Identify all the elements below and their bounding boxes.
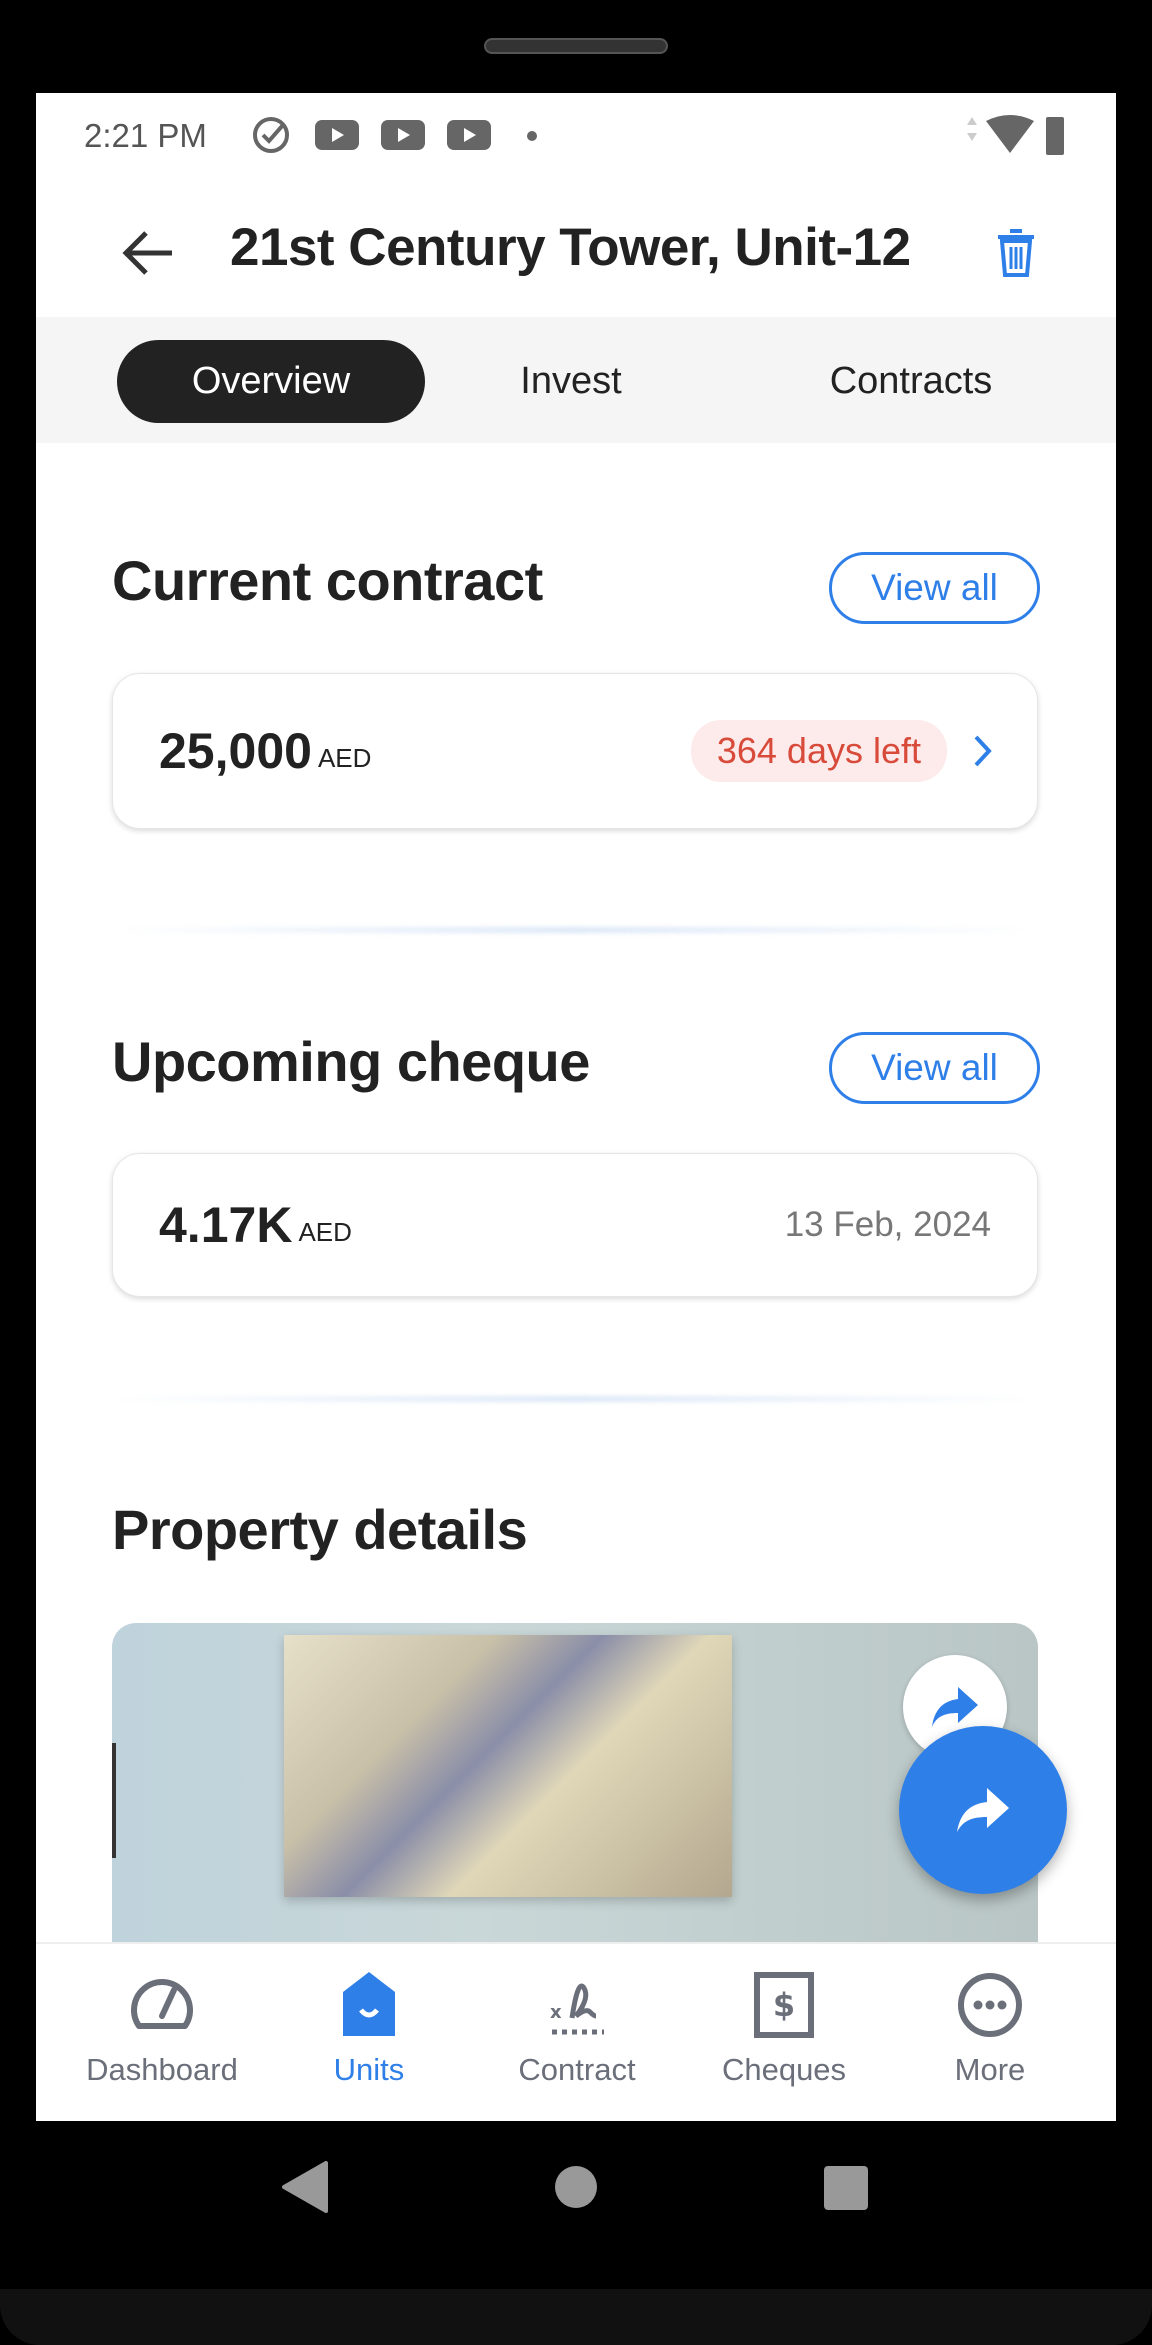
share-icon — [932, 1687, 978, 1727]
tab-contracts[interactable]: Contracts — [776, 340, 1046, 423]
share-fab[interactable] — [899, 1726, 1067, 1894]
speedometer-icon — [131, 1979, 193, 2029]
painting-image — [284, 1635, 732, 1897]
nav-label: Units — [333, 2052, 405, 2087]
nav-label: Cheques — [721, 2052, 847, 2087]
status-bar: 2:21 PM — [36, 93, 1116, 177]
cheque-currency: AED — [298, 1216, 352, 1247]
cheque-amount: 4.17K — [159, 1197, 293, 1253]
system-home-button[interactable] — [555, 2166, 597, 2208]
chevron-right-icon — [974, 735, 992, 767]
nav-label: More — [954, 2052, 1026, 2087]
system-recents-button[interactable] — [824, 2166, 868, 2210]
view-all-cheques-button[interactable]: View all — [829, 1032, 1040, 1104]
current-contract-card[interactable]: 25,000 AED 364 days left — [112, 673, 1038, 829]
youtube-icon — [315, 120, 359, 150]
app-screen: 2:21 PM 21st Century Tower, Unit-12 Over… — [36, 93, 1116, 2121]
system-nav-bar — [0, 2121, 1152, 2289]
youtube-icon — [447, 120, 491, 150]
header: 21st Century Tower, Unit-12 — [36, 177, 1116, 317]
current-contract-heading: Current contract — [112, 549, 543, 612]
tab-overview[interactable]: Overview — [117, 340, 425, 423]
more-icon — [958, 1973, 1022, 2037]
divider — [112, 1396, 1038, 1402]
delete-button[interactable] — [996, 227, 1036, 279]
status-time: 2:21 PM — [84, 117, 207, 154]
photo-edge — [112, 1743, 116, 1858]
youtube-icon — [381, 120, 425, 150]
wifi-battery-icon — [967, 115, 1064, 155]
property-details-heading: Property details — [112, 1498, 528, 1561]
nav-units[interactable]: Units — [261, 1944, 477, 2121]
tab-invest[interactable]: Invest — [476, 340, 666, 423]
svg-text:x: x — [550, 2002, 562, 2023]
page-title: 21st Century Tower, Unit-12 — [230, 218, 911, 277]
speaker-grille — [484, 38, 668, 54]
bottom-nav: Dashboard Units x Contract $ Cheques Mor… — [36, 1942, 1116, 2121]
upcoming-cheque-heading: Upcoming cheque — [112, 1030, 590, 1093]
contract-currency: AED — [317, 742, 372, 773]
share-icon — [957, 1788, 1009, 1832]
upcoming-cheque-card[interactable]: 4.17K AED 13 Feb, 2024 — [112, 1153, 1038, 1297]
days-left-badge: 364 days left — [690, 720, 947, 782]
contract-amount: 25,000 — [159, 723, 312, 779]
dollar-cheque-icon: $ — [754, 1972, 814, 2038]
home-icon — [343, 1972, 395, 2036]
phone-bottom-bezel — [0, 2289, 1152, 2345]
svg-text:$: $ — [773, 1986, 795, 2024]
divider — [112, 927, 1038, 933]
back-button[interactable] — [120, 227, 176, 279]
tab-bar: Overview Invest Contracts — [36, 317, 1116, 443]
nav-contract[interactable]: x Contract — [469, 1944, 685, 2121]
view-all-contracts-button[interactable]: View all — [829, 552, 1040, 624]
nav-more[interactable]: More — [882, 1944, 1098, 2121]
nav-dashboard[interactable]: Dashboard — [54, 1944, 270, 2121]
signature-icon: x — [550, 1983, 604, 2035]
property-photo — [112, 1623, 1038, 1953]
system-back-button[interactable] — [280, 2161, 328, 2213]
nav-label: Dashboard — [86, 2052, 238, 2087]
cheque-date: 13 Feb, 2024 — [784, 1205, 991, 1244]
nav-label: Contract — [518, 2052, 636, 2087]
check-circle-icon — [253, 117, 289, 153]
notification-dot-icon — [527, 131, 537, 141]
nav-cheques[interactable]: $ Cheques — [676, 1944, 892, 2121]
